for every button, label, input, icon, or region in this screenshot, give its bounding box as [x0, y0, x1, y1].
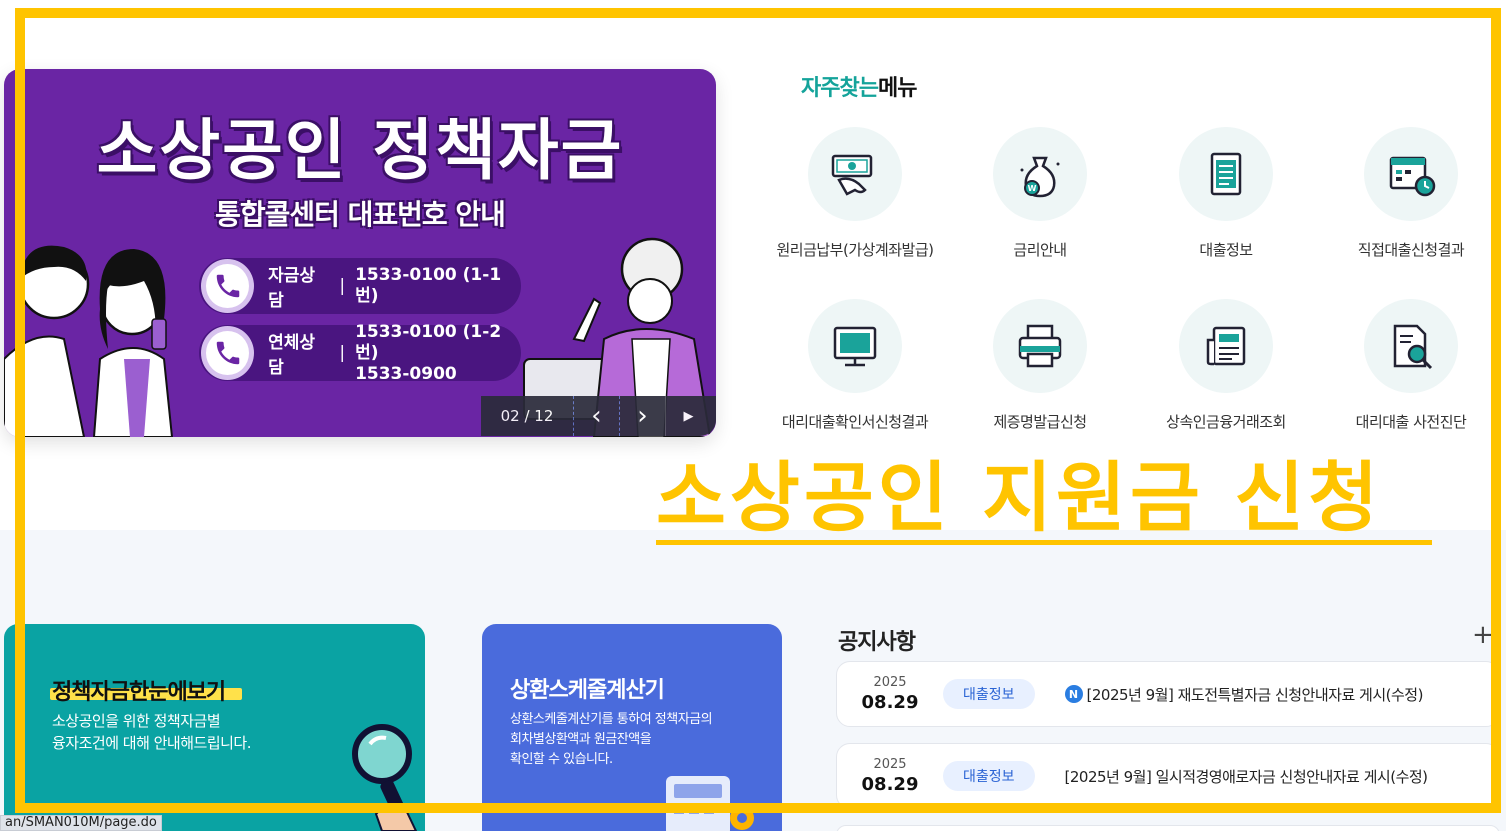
menu-label: 대리대출확인서신청결과 [781, 413, 929, 431]
slider-controls: 02 / 12 ‹ › ▶ [481, 396, 716, 436]
magnifier-icon [352, 724, 418, 831]
notice-title-link[interactable]: [2025년 9월] 일시적경영애로자금 신청안내자료 게시(수정) [1065, 766, 1429, 787]
menu-item-direct-loan-result[interactable]: 직접대출신청결과 [1316, 127, 1506, 260]
menu-item-certificate[interactable]: 제증명발급신청 [945, 299, 1135, 432]
overdue-number-2: 1533-0900 [355, 363, 457, 384]
notice-day: 08.29 [861, 692, 919, 713]
card-desc-line: 상환스케줄계산기를 통하여 정책자금의 [510, 712, 713, 727]
card-desc-line: 융자조건에 대해 안내해드립니다. [52, 734, 252, 752]
menu-item-heir-inquiry[interactable]: 상속인금융거래조회 [1131, 299, 1321, 432]
overdue-number-1: 1533-0100 (1-2번) [355, 321, 502, 363]
prev-slide-button[interactable]: ‹ [573, 396, 619, 436]
funding-consult-label: 자금상담 [268, 266, 315, 311]
banner-subtitle-wrap: 통합콜센터 대표번호 안내 [4, 193, 716, 233]
card-description: 소상공인을 위한 정책자금별 융자조건에 대해 안내해드립니다. [52, 710, 252, 754]
notice-category-badge: 대출정보 [943, 761, 1035, 791]
menu-item-proxy-loan-result[interactable]: 대리대출확인서신청결과 [760, 299, 950, 432]
frequent-menu-title: 자주찾는메뉴 [801, 70, 917, 102]
promo-banner[interactable]: 소상공인 정책자금 통합콜센터 대표번호 안내 자금상담 | 1533-0100… [4, 69, 716, 437]
banner-title-wrap: 소상공인 정책자금 [4, 97, 716, 193]
notice-row[interactable]: 2025 08.29 대출정보 N [2025년 9월] 재도전특별자금 신청안… [836, 661, 1500, 727]
notice-date: 2025 08.29 [837, 675, 943, 713]
calendar-clock-icon [1364, 127, 1458, 221]
notice-year: 2025 [873, 757, 907, 772]
document-search-icon [1364, 299, 1458, 393]
policy-fund-overview-card[interactable]: 정책자금한눈에보기 소상공인을 위한 정책자금별 융자조건에 대해 안내해드립니… [4, 624, 425, 831]
notice-row-partial[interactable] [836, 825, 1500, 831]
frequent-menu-title-rest: 메뉴 [877, 76, 917, 101]
overlay-underline [656, 540, 1432, 545]
notice-category-badge: 대출정보 [943, 679, 1035, 709]
menu-label: 대리대출 사전진단 [1355, 413, 1467, 431]
menu-item-loan-info[interactable]: 대출정보 [1131, 127, 1321, 260]
frequent-menu-title-accent: 자주찾는 [801, 76, 879, 101]
menu-item-payment[interactable]: 원리금납부(가상계좌발급) [760, 127, 950, 260]
menu-label: 직접대출신청결과 [1357, 241, 1465, 259]
menu-label: 금리안내 [1013, 241, 1067, 259]
newspaper-icon [1179, 299, 1273, 393]
card-title: 정책자금한눈에보기 [52, 680, 226, 705]
svg-text:W: W [1028, 184, 1037, 193]
notice-year: 2025 [873, 675, 907, 690]
pill-separator: | [339, 276, 346, 296]
notice-date: 2025 08.29 [837, 757, 943, 795]
card-title: 상환스케줄계산기 [510, 678, 665, 703]
money-bag-icon: W [993, 127, 1087, 221]
document-list-icon [1179, 127, 1273, 221]
new-badge-icon: N [1064, 685, 1083, 703]
notice-more-button[interactable]: + [1472, 620, 1494, 650]
menu-item-interest-rate[interactable]: W 금리안내 [945, 127, 1135, 260]
notice-day: 08.29 [861, 774, 919, 795]
calculator-icon [666, 776, 754, 831]
card-desc-line: 소상공인을 위한 정책자금별 [52, 712, 221, 730]
pill-separator: | [339, 343, 346, 363]
status-bar-url: an/SMAN010M/page.do [0, 815, 162, 831]
people-illustration [4, 245, 174, 437]
money-hand-icon [808, 127, 902, 221]
card-description: 상환스케줄계산기를 통하여 정책자금의 회차별상환액과 원금잔액을 확인할 수 … [510, 710, 713, 770]
card-desc-line: 확인할 수 있습니다. [510, 752, 613, 767]
notice-section-title: 공지사항 [838, 630, 916, 655]
notice-title-link[interactable]: [2025년 9월] 재도전특별자금 신청안내자료 게시(수정) [1087, 684, 1424, 705]
phone-icon [201, 259, 255, 313]
phone-icon [201, 326, 255, 380]
banner-subtitle: 통합콜센터 대표번호 안내 [215, 198, 506, 231]
banner-title: 소상공인 정책자금 [96, 112, 624, 189]
play-button[interactable]: ▶ [665, 396, 711, 436]
next-slide-button[interactable]: › [619, 396, 665, 436]
overlay-headline[interactable]: 소상공인 지원금 신청 [656, 458, 1382, 538]
overdue-numbers: 1533-0100 (1-2번) 1533-0900 [355, 322, 521, 385]
printer-icon [993, 299, 1087, 393]
menu-item-proxy-loan-diagnosis[interactable]: 대리대출 사전진단 [1316, 299, 1506, 432]
menu-label: 제증명발급신청 [993, 413, 1087, 431]
menu-label: 원리금납부(가상계좌발급) [776, 241, 934, 259]
funding-consult-number: 1533-0100 (1-1번) [355, 265, 502, 306]
overdue-consult-label: 연체상담 [268, 333, 315, 378]
menu-label: 대출정보 [1199, 241, 1253, 259]
overdue-consult-line: 연체상담 | 1533-0100 (1-2번) 1533-0900 [199, 322, 521, 384]
repayment-calculator-card[interactable]: 상환스케줄계산기 상환스케줄계산기를 통하여 정책자금의 회차별상환액과 원금잔… [482, 624, 782, 831]
menu-label: 상속인금융거래조회 [1166, 413, 1286, 431]
notice-row[interactable]: 2025 08.29 대출정보 [2025년 9월] 일시적경영애로자금 신청안… [836, 743, 1500, 809]
card-desc-line: 회차별상환액과 원금잔액을 [510, 732, 652, 747]
funding-consult-line: 자금상담 | 1533-0100 (1-1번) [199, 258, 521, 314]
slide-counter: 02 / 12 [500, 407, 554, 425]
monitor-icon [808, 299, 902, 393]
